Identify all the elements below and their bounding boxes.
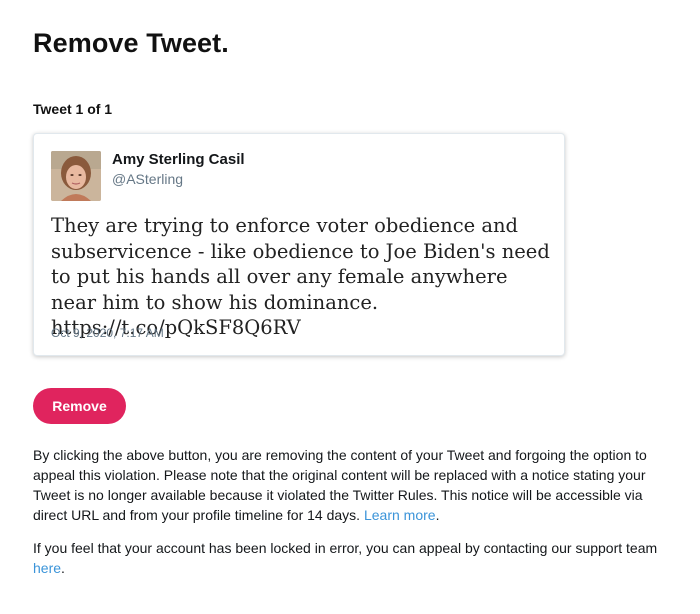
page-title: Remove Tweet. bbox=[33, 28, 229, 58]
removal-notice: By clicking the above button, you are re… bbox=[33, 447, 647, 523]
here-link[interactable]: here bbox=[33, 560, 61, 576]
tweet-counter: Tweet 1 of 1 bbox=[33, 101, 113, 117]
tweet-date: Oct 9, 2020, 7:17 AM bbox=[51, 326, 164, 340]
appeal-notice-text: If you feel that your account has been l… bbox=[33, 540, 658, 556]
tweet-card: Amy Sterling Casil @ASterling They are t… bbox=[33, 133, 565, 356]
avatar[interactable] bbox=[51, 151, 101, 201]
author-handle[interactable]: @ASterling bbox=[112, 171, 183, 187]
avatar-image bbox=[51, 151, 101, 201]
removal-notice-text: By clicking the above button, you are re… bbox=[33, 447, 647, 523]
tweet-text: They are trying to enforce voter obedien… bbox=[51, 214, 550, 339]
appeal-notice: If you feel that your account has been l… bbox=[33, 540, 658, 576]
remove-button[interactable]: Remove bbox=[33, 388, 126, 424]
learn-more-link[interactable]: Learn more bbox=[364, 507, 436, 523]
author-name[interactable]: Amy Sterling Casil bbox=[112, 151, 245, 168]
